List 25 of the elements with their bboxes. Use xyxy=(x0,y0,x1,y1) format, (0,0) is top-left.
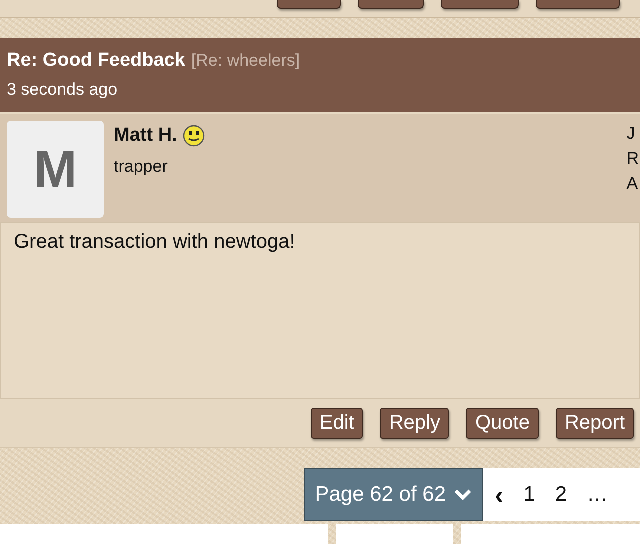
thread-context: [Re: wheelers] xyxy=(191,51,300,71)
more-pages-link[interactable]: … xyxy=(587,482,608,506)
post-time: 3 seconds ago xyxy=(7,80,119,100)
page-select[interactable]: Page 62 of 62 xyxy=(304,468,483,521)
action-button[interactable]: Report xyxy=(556,408,634,438)
previous-link[interactable]: ‹ xyxy=(495,482,504,508)
button[interactable] xyxy=(277,0,341,9)
author-rank: trapper xyxy=(114,157,169,177)
button[interactable] xyxy=(536,0,620,9)
button[interactable] xyxy=(441,0,519,9)
action-button[interactable]: Reply xyxy=(380,408,450,438)
button[interactable] xyxy=(358,0,424,9)
author-name[interactable]: Matt H. xyxy=(114,125,178,147)
author-detail: A xyxy=(626,174,639,194)
page-link[interactable]: 1 xyxy=(524,482,536,506)
smiley-icon xyxy=(183,125,206,147)
author-detail: R xyxy=(626,149,639,169)
page-link[interactable]: 2 xyxy=(555,482,568,506)
chevron-down-icon xyxy=(454,488,472,500)
avatar[interactable]: M xyxy=(7,121,104,218)
action-button[interactable]: Quote xyxy=(466,408,539,438)
post-text: Great transaction with newtoga! xyxy=(14,231,296,253)
post-title: Re: Good Feedback xyxy=(7,50,186,72)
action-button[interactable]: Edit xyxy=(310,408,364,438)
author-detail: J xyxy=(626,124,636,144)
